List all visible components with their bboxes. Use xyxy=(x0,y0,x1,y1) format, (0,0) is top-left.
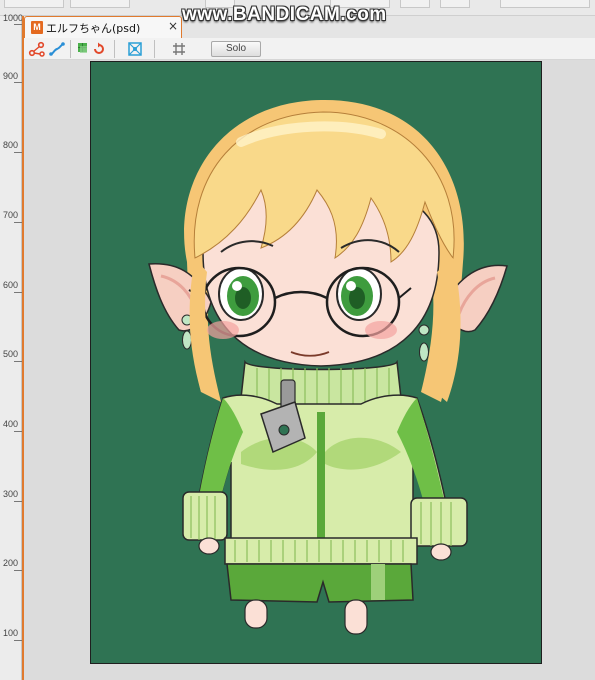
ruler-label: 800 xyxy=(3,140,19,150)
document-tab-title: エルフちゃん(psd) xyxy=(46,22,141,35)
psd-canvas[interactable] xyxy=(90,61,542,664)
toolbar-separator xyxy=(154,40,155,58)
ruler-tick xyxy=(14,640,22,641)
ruler-tick xyxy=(14,570,22,571)
ruler-label: 400 xyxy=(3,419,19,429)
loop-icon[interactable] xyxy=(90,40,108,58)
ruler-label: 200 xyxy=(3,558,19,568)
toolbar-separator xyxy=(114,40,115,58)
ruler-label: 900 xyxy=(3,71,19,81)
document-tab[interactable]: M エルフちゃん(psd) × xyxy=(24,16,182,38)
ruler-tick xyxy=(14,152,22,153)
toolbar-separator xyxy=(70,40,71,58)
ruler-tick xyxy=(14,292,22,293)
close-icon[interactable]: × xyxy=(168,19,178,33)
ruler-label: 500 xyxy=(3,349,19,359)
grid-icon[interactable] xyxy=(170,40,188,58)
recorder-watermark: www.BANDICAM.com xyxy=(182,4,387,25)
ruler-label: 1000 xyxy=(3,13,24,23)
ruler-tick xyxy=(14,24,22,25)
ruler-tick xyxy=(14,431,22,432)
bone-icon[interactable] xyxy=(28,40,46,58)
ruler-tick xyxy=(14,501,22,502)
ruler-label: 100 xyxy=(3,628,19,638)
ruler-label: 700 xyxy=(3,210,19,220)
elf-character-illustration xyxy=(148,99,508,635)
view-toolbar: Solo xyxy=(22,38,595,60)
canvas-workspace[interactable] xyxy=(24,60,595,680)
ruler-tick xyxy=(14,222,22,223)
top-strip-segment xyxy=(440,0,470,8)
top-strip-segment xyxy=(500,0,590,8)
top-strip-segment xyxy=(70,0,130,8)
ruler-label: 600 xyxy=(3,280,19,290)
vertical-ruler: 1000 900 800 700 600 500 400 300 200 100 xyxy=(0,13,24,680)
app-file-icon: M xyxy=(31,21,43,34)
warp-icon[interactable] xyxy=(126,40,144,58)
ruler-tick xyxy=(14,361,22,362)
top-strip-segment xyxy=(4,0,64,8)
link-icon[interactable] xyxy=(48,40,66,58)
ruler-tick xyxy=(14,82,22,83)
app-window: M エルフちゃん(psd) × www.BANDICAM.com Solo 10… xyxy=(0,0,595,680)
solo-button[interactable]: Solo xyxy=(211,41,261,57)
top-strip-segment xyxy=(400,0,430,8)
ruler-label: 300 xyxy=(3,489,19,499)
